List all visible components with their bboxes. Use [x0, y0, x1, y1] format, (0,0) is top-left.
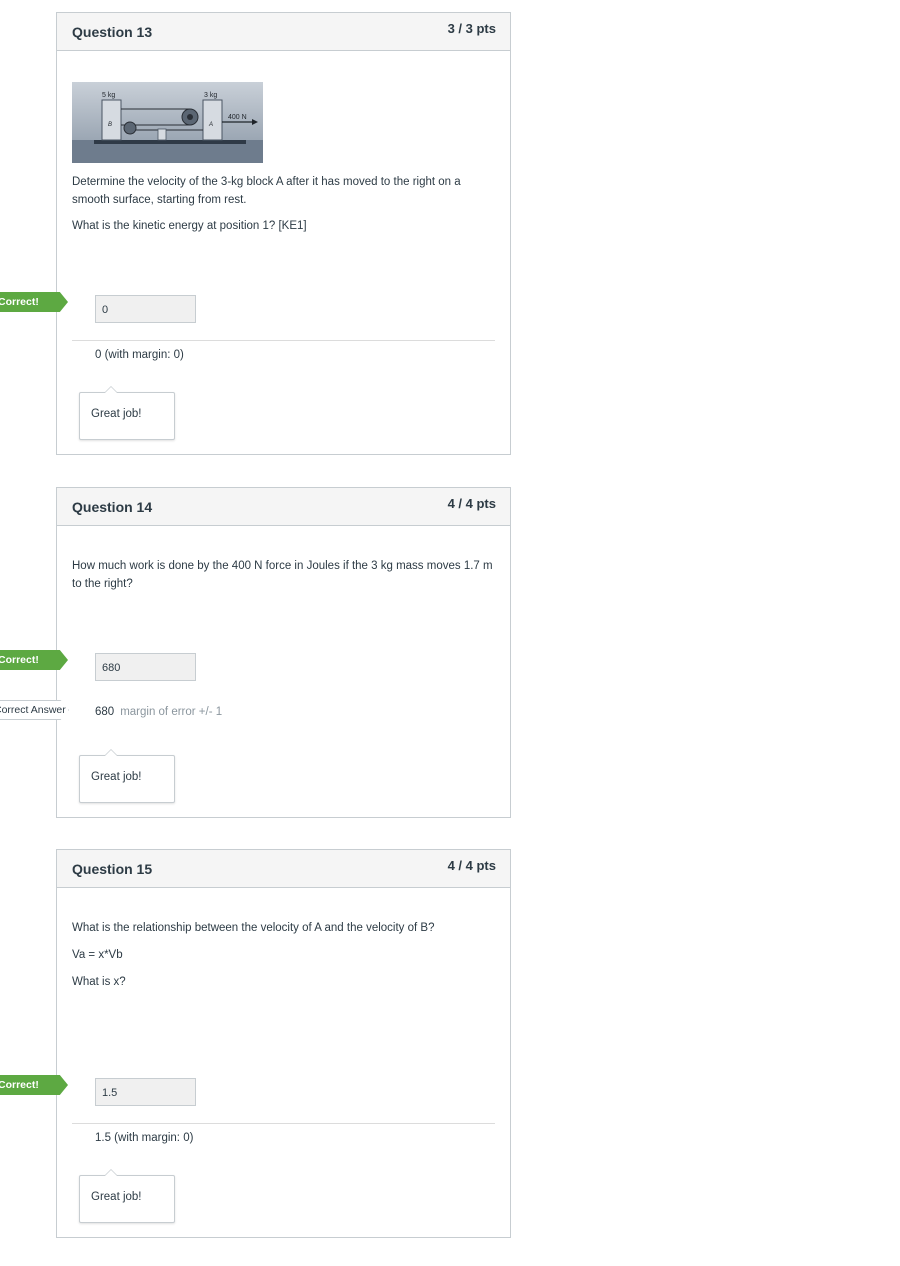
question-text: How much work is done by the 400 N force…: [72, 560, 493, 590]
correct-flag: Correct!: [0, 292, 68, 312]
feedback-text: Great job!: [91, 1191, 142, 1203]
answer-field: 0: [95, 295, 196, 323]
correct-answer-flag-label: Correct Answer: [0, 704, 66, 716]
question-title: Question 14: [72, 499, 153, 515]
answer-field: 1.5: [95, 1078, 196, 1106]
feedback-bubble: Great job!: [79, 386, 175, 440]
question-text: What is the relationship between the vel…: [72, 922, 435, 934]
correct-answer-flag: Correct Answer: [0, 700, 69, 720]
question-points: 3 / 3 pts: [447, 21, 496, 36]
feedback-text: Great job!: [91, 771, 142, 783]
mass-a-label: 3 kg: [204, 92, 217, 99]
divider: [72, 340, 495, 341]
question-header: Question 15 4 / 4 pts: [57, 850, 510, 888]
question-points: 4 / 4 pts: [447, 858, 496, 873]
feedback-bubble: Great job!: [79, 1169, 175, 1223]
question-title: Question 15: [72, 861, 153, 877]
force-label: 400 N: [228, 114, 247, 121]
pulley-diagram: 5 kg 3 kg 400 N B A: [72, 82, 263, 163]
question-prompt: What is x?: [72, 976, 126, 988]
feedback-text: Great job!: [91, 408, 142, 420]
correct-answer-value: 680 margin of error +/- 1: [95, 706, 222, 718]
block-b-letter: B: [108, 122, 112, 128]
correct-answer-text: 1.5 (with margin: 0): [95, 1132, 194, 1144]
question-prompt: What is the kinetic energy at position 1…: [72, 220, 307, 232]
answer-field: 680: [95, 653, 196, 681]
correct-flag: Correct!: [0, 650, 68, 670]
question-points: 4 / 4 pts: [447, 496, 496, 511]
correct-flag-label: Correct!: [0, 296, 39, 308]
mass-b-label: 5 kg: [102, 92, 115, 99]
correct-answer-text: 0 (with margin: 0): [95, 349, 184, 361]
question-title: Question 13: [72, 24, 153, 40]
correct-value: 680: [95, 706, 115, 718]
correct-flag: Correct!: [0, 1075, 68, 1095]
margin-of-error: margin of error +/- 1: [120, 706, 223, 718]
block-a-letter: A: [208, 122, 213, 128]
question-14: Question 14 4 / 4 pts How much work is d…: [56, 487, 511, 818]
question-equation: Va = x*Vb: [72, 949, 123, 961]
correct-flag-label: Correct!: [0, 1079, 39, 1091]
question-13: Question 13 3 / 3 pts 5 kg 3 kg 400 N B …: [56, 12, 511, 455]
question-15: Question 15 4 / 4 pts What is the relati…: [56, 849, 511, 1238]
question-text: Determine the velocity of the 3-kg block…: [72, 176, 461, 206]
divider: [72, 1123, 495, 1124]
correct-flag-label: Correct!: [0, 654, 39, 666]
question-header: Question 13 3 / 3 pts: [57, 13, 510, 51]
feedback-bubble: Great job!: [79, 749, 175, 803]
question-header: Question 14 4 / 4 pts: [57, 488, 510, 526]
